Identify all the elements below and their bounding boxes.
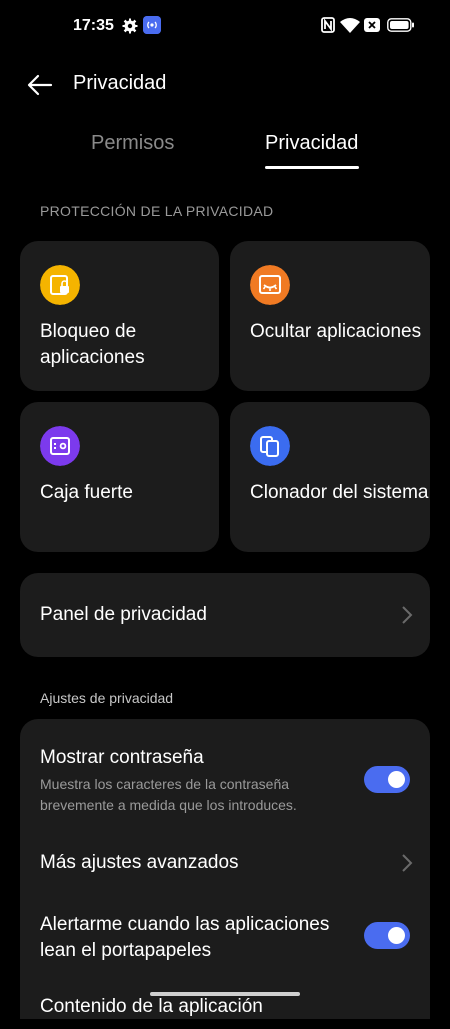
section-header-settings: Ajustes de privacidad: [40, 690, 174, 706]
setting-subtitle: Muestra los caracteres de la contraseña …: [40, 776, 297, 813]
back-arrow-icon[interactable]: [27, 72, 53, 98]
card-app-lock[interactable]: Bloqueo de aplicaciones: [20, 241, 219, 391]
chevron-right-icon: [402, 854, 413, 872]
battery-icon: [387, 18, 414, 32]
card-hide-apps[interactable]: Ocultar aplicaciones: [230, 241, 430, 391]
page-title: Privacidad: [73, 72, 167, 94]
section-header-protection: PROTECCIÓN DE LA PRIVACIDAD: [40, 203, 274, 219]
setting-title: Más ajustes avanzados: [40, 852, 239, 873]
toggle-knob: [388, 771, 405, 788]
clipboard-alert-toggle[interactable]: [364, 922, 410, 949]
active-tab-indicator: [265, 166, 359, 169]
setting-title: Alertarme cuando las aplicaciones lean e…: [40, 914, 330, 961]
setting-clipboard-alert[interactable]: Alertarme cuando las aplicaciones lean e…: [20, 909, 430, 989]
app-lock-icon: [40, 265, 80, 305]
card-label: Ocultar aplicaciones: [250, 321, 422, 342]
chevron-right-icon: [402, 606, 413, 624]
wifi-icon: [340, 18, 360, 33]
privacy-settings-list: Mostrar contraseña Muestra los caractere…: [20, 719, 430, 1019]
home-indicator[interactable]: [150, 992, 300, 996]
setting-title: Contenido de la aplicación: [40, 996, 263, 1017]
setting-advanced[interactable]: Más ajustes avanzados: [20, 819, 430, 909]
system-clone-icon: [250, 426, 290, 466]
status-time: 17:35: [73, 17, 114, 34]
card-system-clone[interactable]: Clonador del sistema: [230, 402, 430, 552]
cast-icon: [143, 16, 161, 34]
card-label: Clonador del sistema: [250, 482, 429, 503]
setting-show-password[interactable]: Mostrar contraseña Muestra los caractere…: [20, 719, 430, 819]
card-safe[interactable]: Caja fuerte: [20, 402, 219, 552]
tab-permisos[interactable]: Permisos: [91, 132, 174, 155]
app-bar: Privacidad: [0, 60, 450, 110]
setting-title: Mostrar contraseña: [40, 747, 204, 768]
card-label: Caja fuerte: [40, 482, 133, 503]
safe-icon: [40, 426, 80, 466]
privacy-panel-item[interactable]: Panel de privacidad: [20, 573, 430, 657]
tab-privacidad[interactable]: Privacidad: [265, 132, 358, 155]
hide-apps-icon: [250, 265, 290, 305]
privacy-panel-label: Panel de privacidad: [40, 604, 207, 625]
show-password-toggle[interactable]: [364, 766, 410, 793]
no-sim-icon: [364, 18, 380, 32]
gear-icon: [122, 18, 138, 34]
toggle-knob: [388, 927, 405, 944]
card-label: Bloqueo de aplicaciones: [40, 321, 145, 368]
status-bar: 17:35: [0, 0, 450, 52]
nfc-icon: [321, 17, 335, 33]
